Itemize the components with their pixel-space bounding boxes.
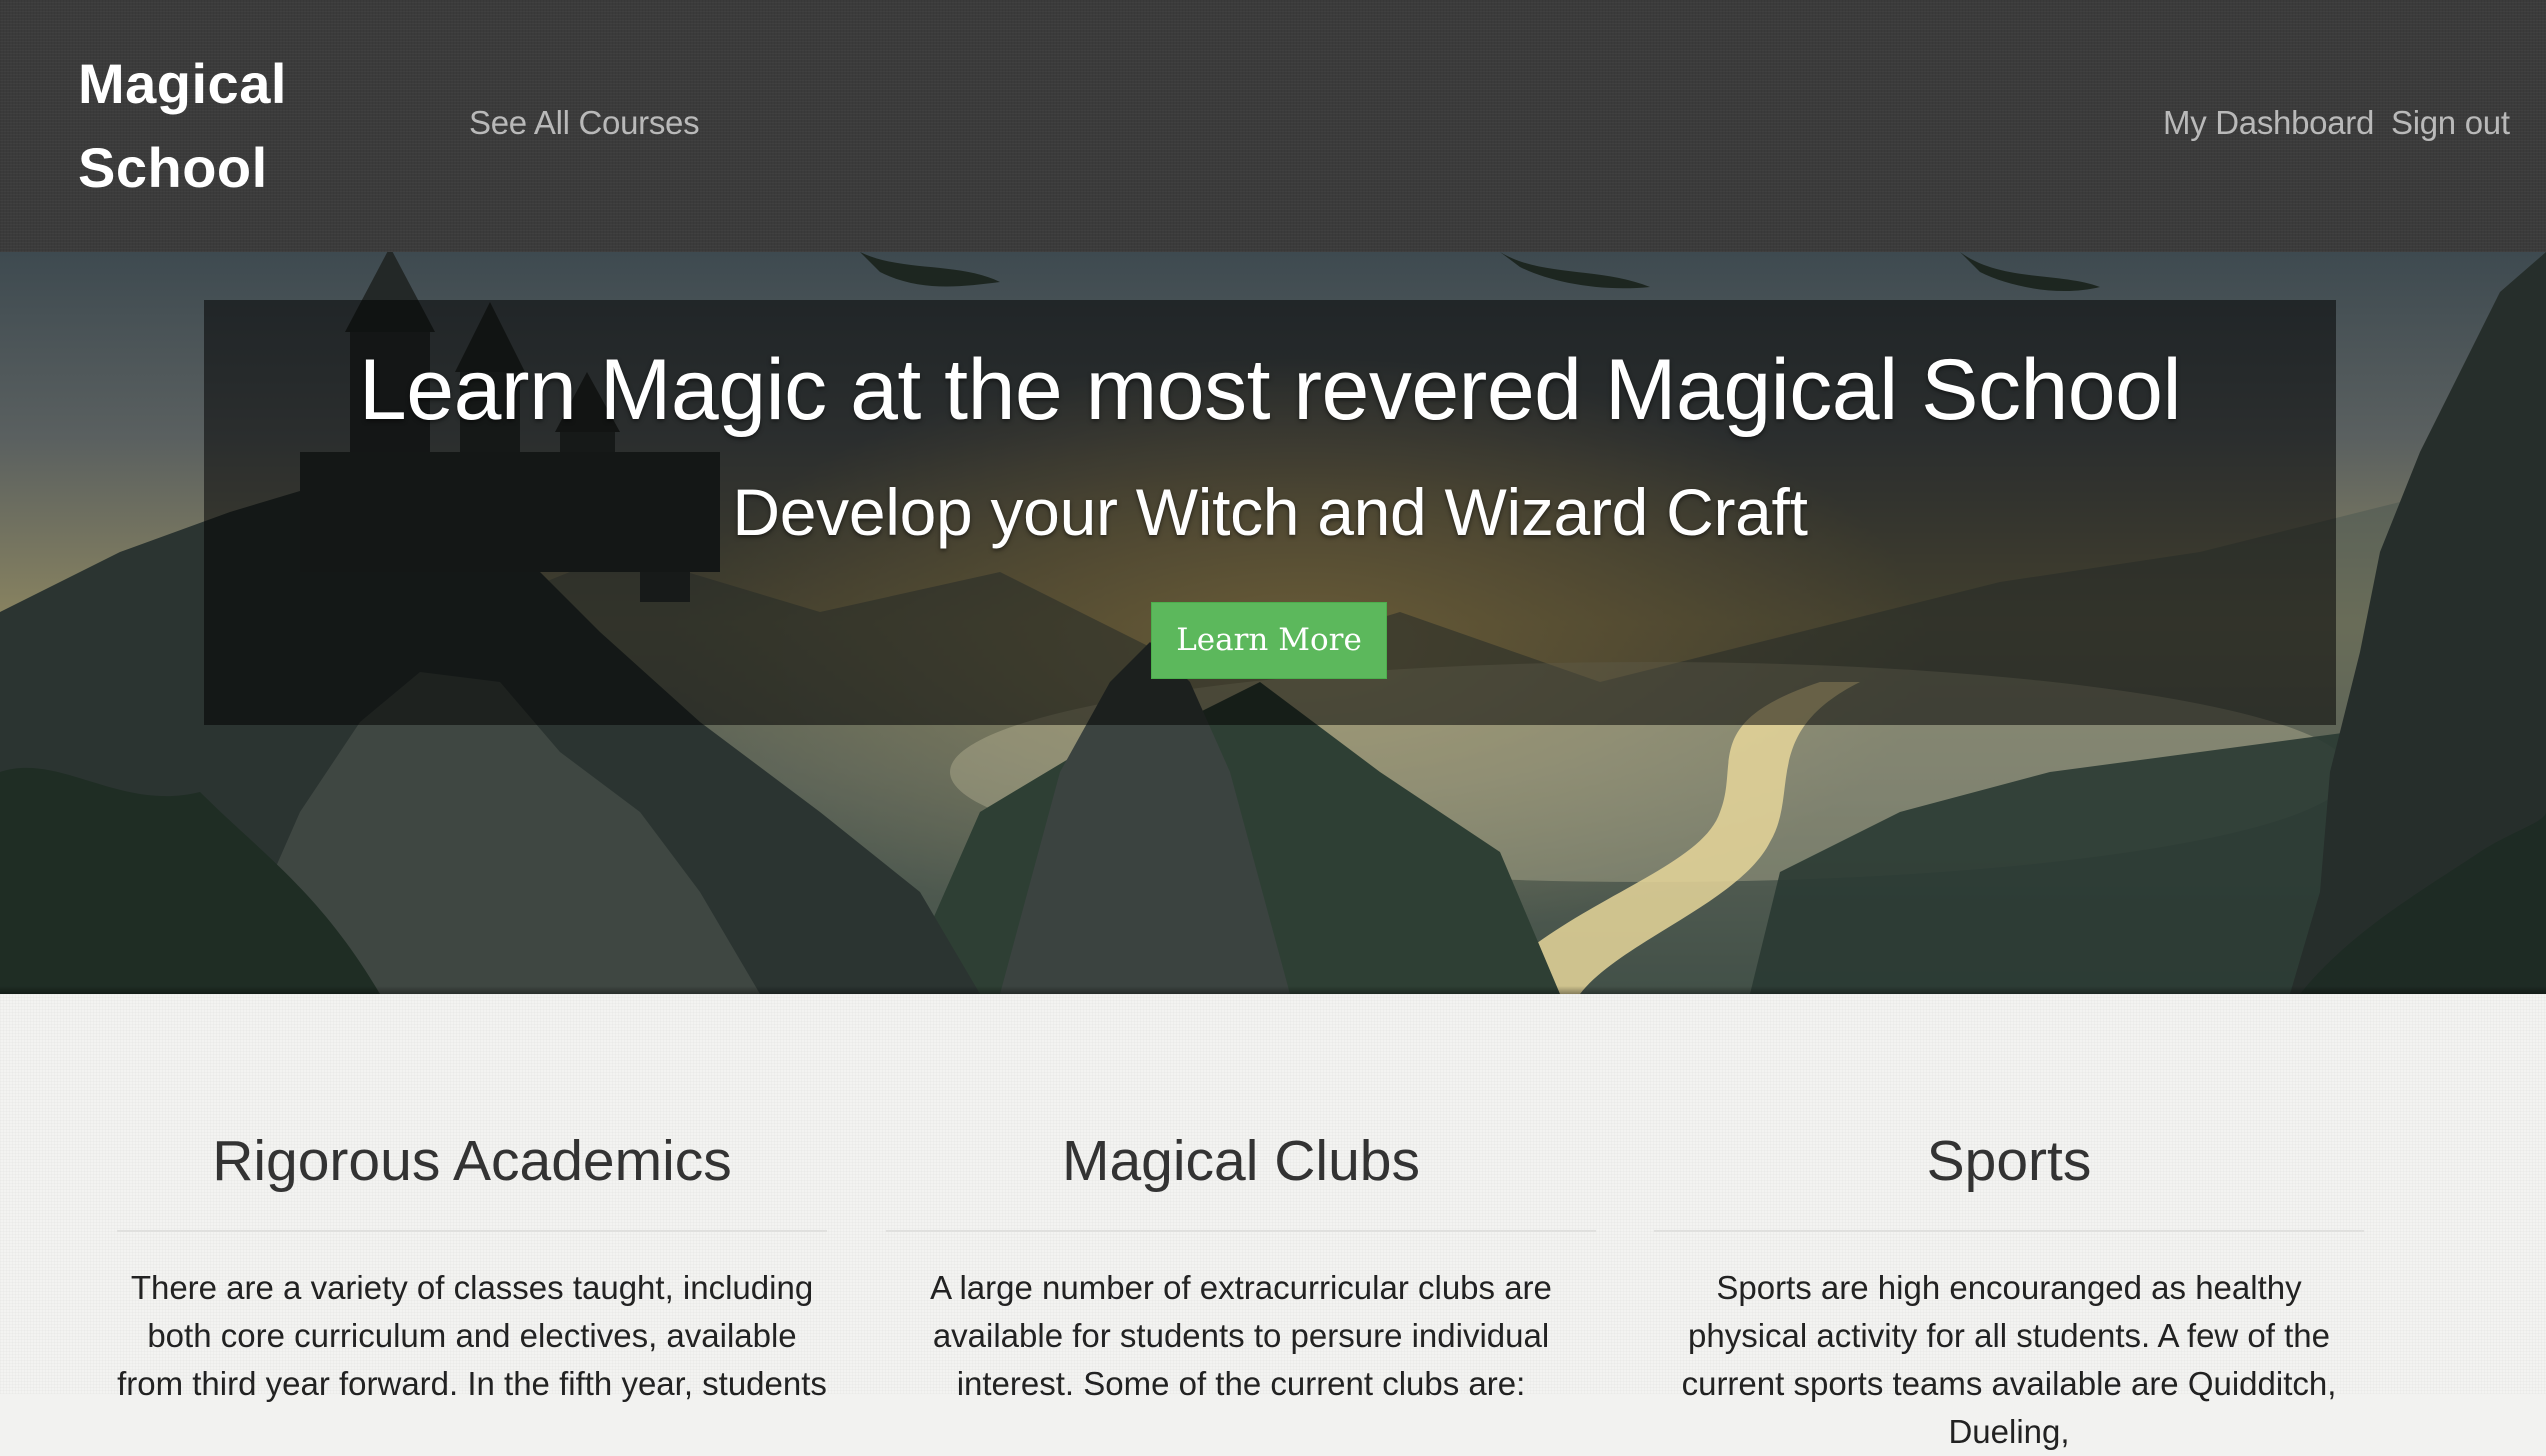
feature-divider (886, 1230, 1596, 1232)
feature-title: Magical Clubs (1062, 1129, 1420, 1193)
learn-more-button[interactable]: Learn More (1151, 602, 1387, 679)
site-header: Magical School See All Courses My Dashbo… (0, 0, 2546, 252)
hero-section: Learn Magic at the most revered Magical … (0, 252, 2546, 994)
nav-see-all-courses[interactable]: See All Courses (469, 104, 700, 142)
nav-my-dashboard[interactable]: My Dashboard (2163, 104, 2374, 142)
feature-description: A large number of extracurricular clubs … (930, 1269, 1552, 1402)
hero-title: Learn Magic at the most revered Magical … (358, 342, 2182, 438)
feature-description: There are a variety of classes taught, i… (117, 1269, 827, 1402)
hero-overlay-panel: Learn Magic at the most revered Magical … (204, 300, 2336, 725)
hero-subtitle: Develop your Witch and Wizard Craft (732, 475, 1808, 549)
feature-description: Sports are high encouranged as healthy p… (1681, 1269, 2337, 1450)
feature-divider (117, 1230, 827, 1232)
feature-divider (1654, 1230, 2364, 1232)
features-section: Rigorous Academics There are a variety o… (0, 994, 2546, 1450)
brand-logo-link[interactable]: Magical School (78, 42, 378, 210)
nav-sign-out[interactable]: Sign out (2391, 104, 2510, 142)
feature-title: Rigorous Academics (212, 1129, 732, 1193)
feature-title: Sports (1926, 1129, 2092, 1193)
hero-divider (0, 986, 2546, 994)
